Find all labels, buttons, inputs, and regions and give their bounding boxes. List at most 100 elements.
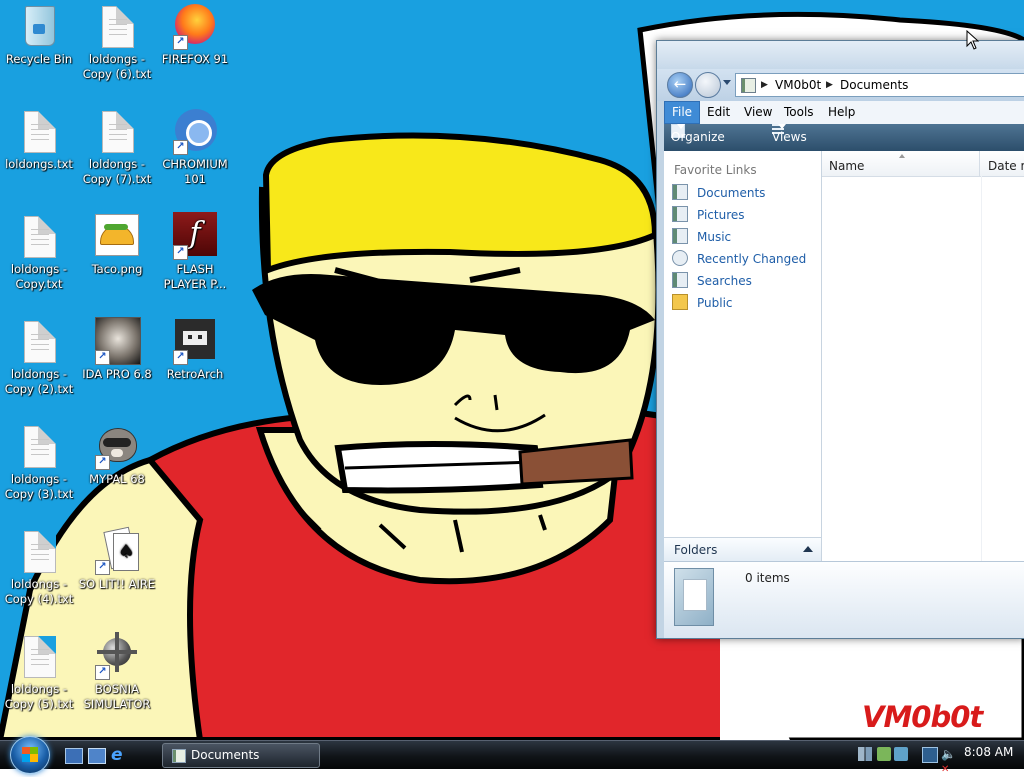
taskbar: e Documents 🔈✕ — [0, 736, 1024, 775]
documents-folder-icon — [674, 568, 714, 626]
nav-link-recently-changed[interactable]: Recently Changed — [672, 250, 806, 268]
flash-player-icon: f ↗ — [171, 212, 219, 260]
desktop-icon-label: loldongs - Copy (3).txt — [4, 472, 74, 501]
pictures-icon — [672, 206, 688, 222]
shortcut-arrow-icon: ↗ — [95, 350, 110, 365]
desktop-icon-loldongs-copy-7[interactable]: loldongs - Copy (7).txt — [78, 107, 156, 187]
desktop-icon-loldongs-copy-4[interactable]: loldongs - Copy (4).txt — [0, 527, 78, 607]
shortcut-arrow-icon: ↗ — [173, 140, 188, 155]
file-list[interactable]: Name Date m — [822, 151, 1024, 561]
desktop-icon-flash-player[interactable]: f ↗ FLASH PLAYER P... — [156, 212, 234, 292]
text-file-icon — [93, 107, 141, 155]
nav-link-label: Public — [697, 296, 733, 310]
address-bar[interactable]: ▶ VM0b0t ▶ Documents — [735, 73, 1024, 97]
desktop-icon-loldongs[interactable]: loldongs.txt — [0, 107, 78, 172]
chevron-down-icon — [677, 124, 685, 129]
mine-icon: ↗ — [93, 632, 141, 680]
menu-file[interactable]: File — [664, 101, 700, 124]
chevron-down-icon — [778, 124, 786, 129]
explorer-window[interactable]: ← ▶ VM0b0t ▶ Documents File Edit View To… — [656, 40, 1024, 639]
desktop-icon-label: FLASH PLAYER P... — [163, 262, 227, 291]
desktop-icon-ida-pro[interactable]: ↗ IDA PRO 6.8 — [78, 317, 156, 382]
desktop-icon-firefox[interactable]: ↗ FIREFOX 91 — [156, 2, 234, 67]
desktop-icon-label: loldongs - Copy (6).txt — [82, 52, 152, 81]
desktop: Recycle Bin loldongs - Copy (6).txt ↗ FI… — [0, 0, 1024, 740]
chevron-up-icon — [803, 546, 813, 552]
desktop-icon-label: Recycle Bin — [5, 52, 73, 66]
music-icon — [672, 228, 688, 244]
recently-changed-icon — [672, 250, 688, 266]
nav-link-documents[interactable]: Documents — [672, 184, 765, 202]
desktop-icon-recycle-bin[interactable]: Recycle Bin — [0, 2, 78, 67]
desktop-icon-loldongs-copy-3[interactable]: loldongs - Copy (3).txt — [0, 422, 78, 502]
nav-link-searches[interactable]: Searches — [672, 272, 752, 290]
nav-link-label: Recently Changed — [697, 252, 807, 266]
folders-toggle[interactable]: Folders — [664, 537, 821, 562]
desktop-icon-loldongs-copy-5[interactable]: loldongs - Copy (5).txt — [0, 632, 78, 712]
breadcrumb-current[interactable]: Documents — [840, 74, 908, 96]
menu-tools[interactable]: Tools — [784, 101, 814, 124]
nav-link-label: Documents — [697, 186, 766, 200]
navigation-pane: Favorite Links Documents Pictures Music … — [664, 151, 822, 561]
menu-bar: File Edit View Tools Help — [664, 101, 1024, 124]
volume-muted-icon[interactable]: 🔈✕ — [941, 747, 956, 775]
back-button[interactable]: ← — [667, 72, 693, 98]
taskbar-button-label: Documents — [191, 748, 260, 762]
desktop-icon-bosnia-simulator[interactable]: ↗ BOSNIA SIMULATOR — [78, 632, 156, 712]
internet-explorer-icon[interactable]: e — [111, 747, 127, 764]
shortcut-arrow-icon: ↗ — [95, 455, 110, 470]
desktop-icon-label: loldongs - Copy (4).txt — [4, 577, 74, 606]
network-icon[interactable] — [922, 747, 938, 763]
ida-pro-icon: ↗ — [93, 317, 141, 365]
desktop-icon-retroarch[interactable]: ↗ RetroArch — [156, 317, 234, 382]
text-file-icon — [15, 632, 63, 680]
desktop-icon-label: loldongs - Copy.txt — [10, 262, 68, 291]
tray-app-icon[interactable] — [858, 747, 872, 761]
taskbar-clock[interactable]: 8:08 AM — [964, 745, 1013, 759]
forward-button[interactable] — [695, 72, 721, 98]
text-file-icon — [15, 212, 63, 260]
column-name-label: Name — [829, 159, 865, 173]
show-desktop-icon[interactable] — [65, 748, 83, 764]
desktop-icon-label: RetroArch — [166, 367, 224, 381]
tray-security-icon[interactable] — [894, 747, 908, 761]
nav-link-pictures[interactable]: Pictures — [672, 206, 745, 224]
switch-windows-icon[interactable] — [88, 748, 106, 764]
desktop-icon-solitaire[interactable]: ♠ ↗ SO LIT!! AIRE — [78, 526, 156, 592]
breadcrumb-root[interactable]: VM0b0t — [775, 74, 821, 96]
nav-link-label: Pictures — [697, 208, 745, 222]
desktop-icon-chromium[interactable]: ↗ CHROMIUM 101 — [156, 107, 234, 187]
start-button[interactable] — [10, 736, 50, 774]
shortcut-arrow-icon: ↗ — [173, 245, 188, 260]
desktop-icon-loldongs-copy-2[interactable]: loldongs - Copy (2).txt — [0, 317, 78, 397]
text-file-icon — [15, 527, 63, 575]
retroarch-icon: ↗ — [171, 317, 219, 365]
desktop-icon-label: loldongs - Copy (7).txt — [82, 157, 152, 186]
raccoon-icon: ↗ — [93, 422, 141, 470]
column-headers: Name Date m — [822, 151, 1024, 177]
tray-update-icon[interactable] — [877, 747, 891, 761]
desktop-icon-label: MYPAL 68 — [89, 472, 145, 486]
text-file-icon — [93, 2, 141, 50]
menu-edit[interactable]: Edit — [707, 101, 730, 124]
nav-link-music[interactable]: Music — [672, 228, 731, 246]
desktop-icon-label: CHROMIUM 101 — [162, 157, 228, 186]
menu-view[interactable]: View — [744, 101, 772, 124]
item-count: 0 items — [745, 571, 790, 585]
nav-link-label: Music — [697, 230, 732, 244]
desktop-icon-loldongs-copy[interactable]: loldongs - Copy.txt — [0, 212, 78, 292]
desktop-icon-loldongs-copy-6[interactable]: loldongs - Copy (6).txt — [78, 2, 156, 82]
menu-help[interactable]: Help — [828, 101, 855, 124]
desktop-icon-mypal[interactable]: ↗ MYPAL 68 — [78, 422, 156, 487]
shortcut-arrow-icon: ↗ — [95, 665, 110, 680]
mouse-cursor-icon — [966, 30, 980, 50]
column-header-date[interactable]: Date m — [981, 151, 1024, 181]
firefox-icon: ↗ — [171, 2, 219, 50]
desktop-icon-label: IDA PRO 6.8 — [82, 367, 152, 381]
taskbar-button-documents[interactable]: Documents — [162, 743, 320, 768]
desktop-icon-label: SO LIT!! AIRE — [78, 577, 156, 591]
desktop-icon-label: FIREFOX 91 — [161, 52, 229, 66]
recent-pages-dropdown-icon[interactable] — [723, 80, 731, 85]
nav-link-public[interactable]: Public — [672, 294, 733, 312]
desktop-icon-taco[interactable]: Taco.png — [78, 212, 156, 277]
